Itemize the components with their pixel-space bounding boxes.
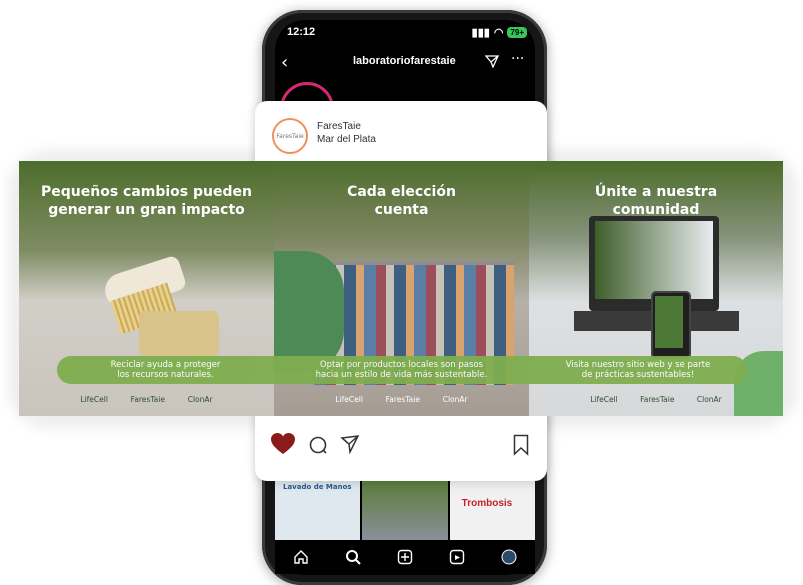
slide-1: Pequeños cambios pueden generar un gran i… — [19, 161, 274, 416]
status-icons: ▮▮▮ ◠ 79+ — [472, 26, 527, 39]
wifi-icon: ◠ — [493, 27, 504, 39]
profile-grid: Lavado de Manos Trombosis — [275, 480, 535, 540]
send-icon[interactable] — [484, 53, 500, 72]
grid-thumb-label: Trombosis — [461, 498, 513, 509]
caption-line: Reciclar ayuda a proteger — [110, 360, 221, 370]
caption-line: los recursos naturales. — [117, 370, 214, 380]
slide-title-line: Cada elección — [347, 184, 456, 200]
caption-line: Visita nuestro sitio web y se parte — [565, 360, 711, 370]
slide-caption: Reciclar ayuda a proteger los recursos na… — [57, 356, 274, 384]
handheld-phone-screen — [655, 296, 683, 348]
battery-indicator: 79+ — [507, 27, 527, 38]
author-info: FaresTaie Mar del Plata — [317, 120, 376, 146]
slide-title-line: comunidad — [612, 202, 700, 218]
post-location[interactable]: Mar del Plata — [317, 133, 376, 146]
slide-logos: LifeCell FaresTaie ClonAr — [19, 395, 274, 404]
author-name[interactable]: FaresTaie — [317, 120, 376, 133]
soap-illustration — [139, 311, 219, 356]
create-post-icon[interactable] — [397, 549, 413, 565]
slide-title-line: Únite a nuestra — [594, 184, 718, 200]
author-avatar[interactable]: FaresTaie — [272, 118, 308, 154]
caption-line: de prácticas sustentables! — [581, 370, 695, 380]
clonar-logo: ClonAr — [696, 395, 722, 404]
farestaie-logo: FaresTaie — [130, 395, 165, 404]
profile-header: ‹ laboratoriofarestaie ··· — [275, 48, 535, 78]
bottom-nav — [275, 540, 535, 574]
caption-line: Optar por productos locales son pasos — [319, 360, 484, 370]
post-carousel[interactable]: Pequeños cambios pueden generar un gran i… — [19, 161, 783, 416]
knit-beanie-illustration — [274, 251, 344, 371]
slide-title-line: cuenta — [374, 202, 429, 218]
like-heart-icon[interactable] — [270, 432, 296, 460]
grid-thumb-2[interactable] — [362, 480, 448, 540]
slide-caption: Optar por productos locales son pasos hac… — [274, 356, 529, 384]
status-bar: 12:12 ▮▮▮ ◠ 79+ — [287, 26, 527, 44]
more-options-icon[interactable]: ··· — [511, 51, 524, 67]
slide-title: Pequeños cambios pueden generar un gran i… — [19, 183, 274, 219]
lifecell-logo: LifeCell — [335, 395, 363, 404]
lifecell-logo: LifeCell — [80, 395, 108, 404]
slide-2: Cada elección cuenta Optar por productos … — [274, 161, 529, 416]
farestaie-logo: FaresTaie — [385, 395, 420, 404]
profile-username: laboratoriofarestaie — [353, 55, 456, 67]
comment-icon[interactable] — [308, 435, 328, 459]
status-time: 12:12 — [287, 26, 316, 38]
slide-title: Cada elección cuenta — [274, 183, 529, 219]
reels-icon[interactable] — [449, 549, 465, 565]
share-icon[interactable] — [340, 434, 360, 458]
slide-logos: LifeCell FaresTaie ClonAr — [529, 395, 783, 404]
slide-title-line: generar un gran impacto — [48, 202, 245, 218]
back-arrow-icon[interactable]: ‹ — [281, 52, 288, 73]
slide-title-line: Pequeños cambios pueden — [41, 184, 252, 200]
signal-icon: ▮▮▮ — [471, 27, 490, 39]
post-actions — [270, 432, 532, 458]
profile-avatar-icon[interactable] — [501, 549, 517, 565]
lifecell-logo: LifeCell — [590, 395, 618, 404]
search-icon[interactable] — [345, 549, 361, 565]
grid-thumb-label: Lavado de Manos — [283, 483, 352, 491]
clonar-logo: ClonAr — [442, 395, 468, 404]
grid-thumb-1[interactable]: Lavado de Manos — [275, 480, 361, 540]
grid-thumb-3[interactable]: Trombosis — [449, 480, 535, 540]
clonar-logo: ClonAr — [187, 395, 213, 404]
laptop-screen — [595, 221, 713, 299]
post-header: FaresTaie FaresTaie Mar del Plata — [272, 118, 532, 154]
slide-caption: Visita nuestro sitio web y se parte de pr… — [529, 356, 747, 384]
slide-3: Únite a nuestra comunidad Visita nuestro … — [529, 161, 783, 416]
home-icon[interactable] — [293, 549, 309, 565]
caption-line: hacia un estilo de vida más sustentable. — [315, 370, 488, 380]
farestaie-logo: FaresTaie — [640, 395, 675, 404]
bookmark-icon[interactable] — [513, 434, 529, 460]
slide-logos: LifeCell FaresTaie ClonAr — [274, 395, 529, 404]
slide-title: Únite a nuestra comunidad — [529, 183, 783, 219]
avatar-logo-text: FaresTaie — [276, 132, 304, 140]
